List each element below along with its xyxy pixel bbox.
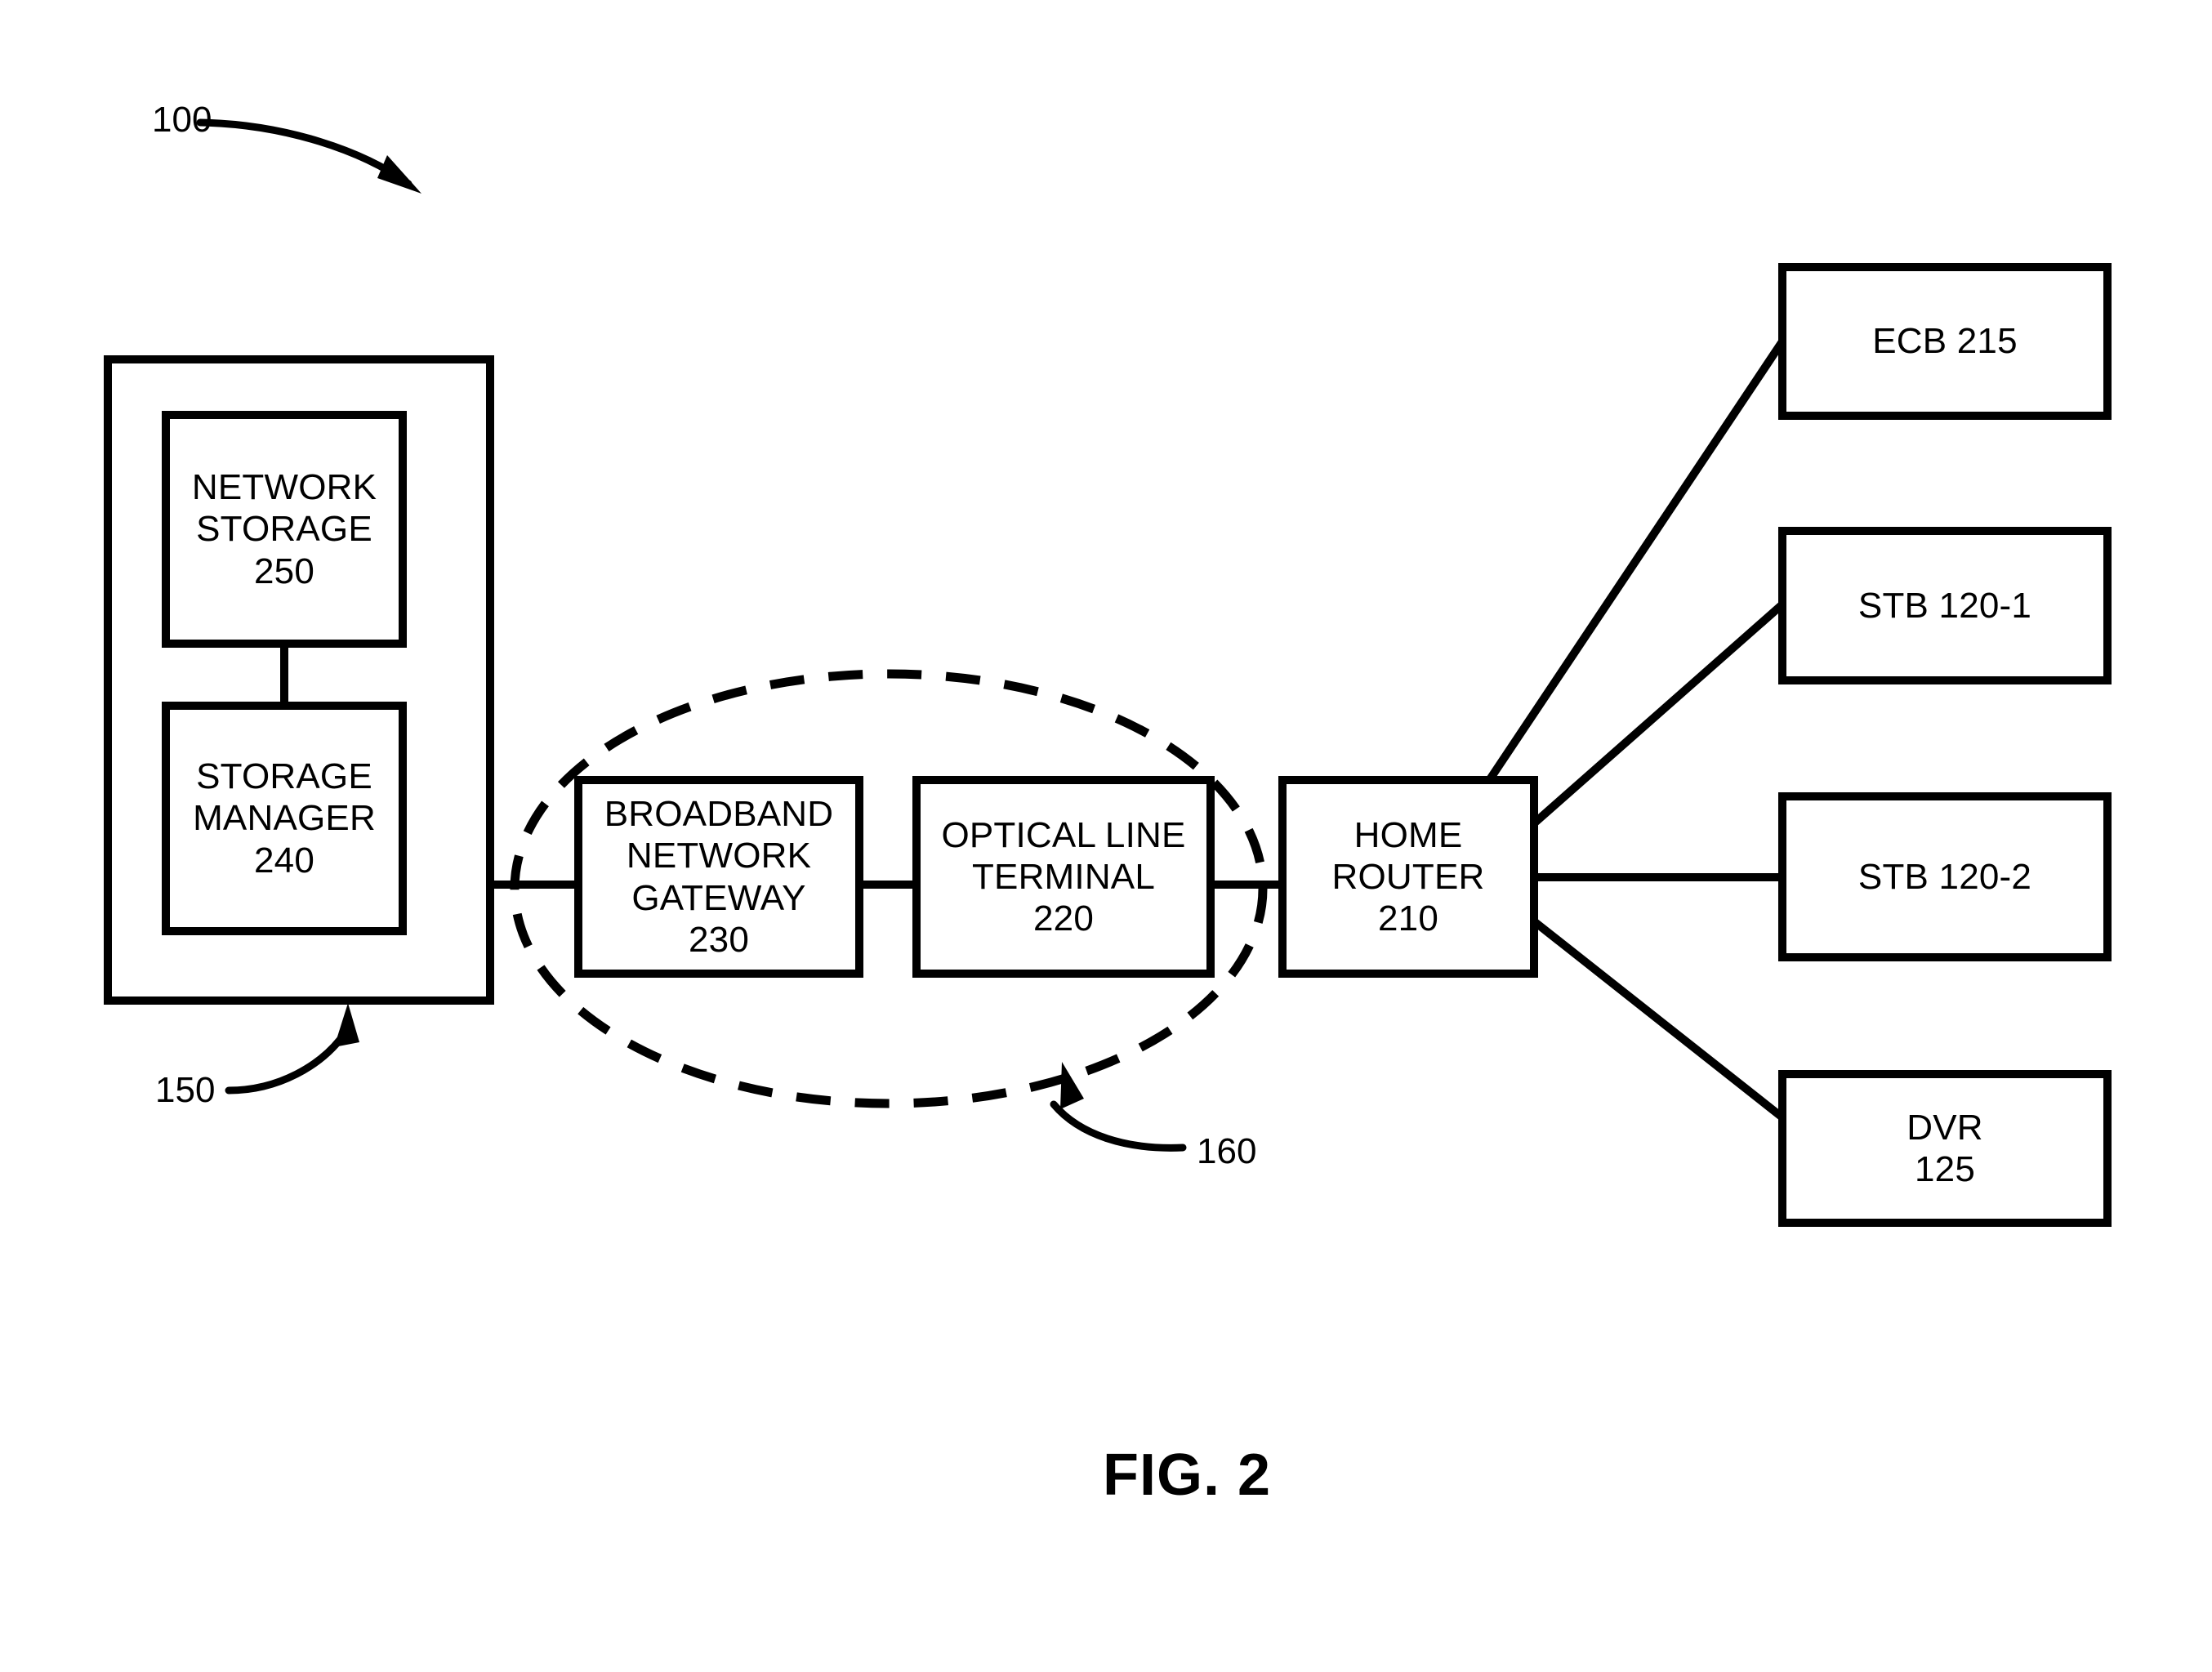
reference-arrow-150 — [225, 1003, 359, 1095]
patent-figure: 100 150 160 NETWORK STORAGE 250 STORAGE … — [0, 0, 2212, 1672]
ecb-box — [1778, 263, 2112, 420]
reference-label-100-text: 100 — [152, 100, 212, 140]
figure-line-art — [104, 118, 2112, 1227]
reference-label-100: 100 — [152, 100, 212, 140]
stb-120-2-box — [1778, 792, 2112, 961]
figure-caption-text: FIG. 2 — [1103, 1442, 1272, 1508]
reference-label-160: 160 — [1197, 1131, 1256, 1172]
dvr-box — [1778, 1070, 2112, 1227]
figure-caption: FIG. 2 — [1103, 1442, 1271, 1509]
connector-router-to-stb-1 — [1531, 601, 1786, 827]
connector-router-to-ecb — [1484, 339, 1786, 784]
broadband-network-gateway-box — [574, 776, 863, 978]
reference-label-150: 150 — [155, 1070, 215, 1111]
network-storage-box — [162, 411, 407, 648]
reference-label-160-text: 160 — [1197, 1131, 1257, 1171]
connector-router-to-dvr — [1531, 918, 1786, 1121]
home-router-box — [1278, 776, 1538, 978]
reference-label-150-text: 150 — [155, 1070, 216, 1110]
optical-line-terminal-box — [912, 776, 1215, 978]
stb-120-1-box — [1778, 527, 2112, 684]
storage-manager-box — [162, 702, 407, 935]
reference-arrow-100 — [196, 118, 421, 194]
reference-arrow-160 — [1050, 1062, 1187, 1152]
